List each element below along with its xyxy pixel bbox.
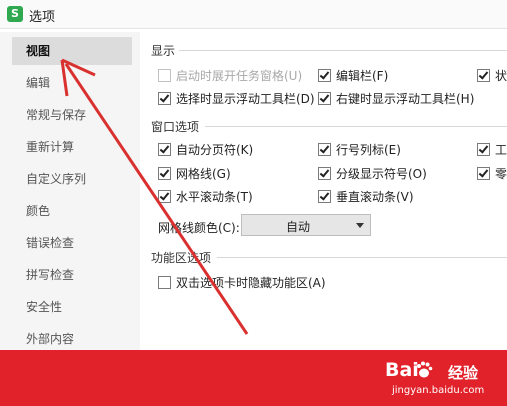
checkbox-auto-page-break[interactable]: 自动分页符(K) <box>158 141 253 158</box>
checkbox-label: 编辑栏(F) <box>336 69 389 83</box>
sidebar-item-edit[interactable]: 编辑 <box>12 69 132 97</box>
sidebar-item-general-save[interactable]: 常规与保存 <box>12 101 132 129</box>
checkbox-box <box>318 167 331 180</box>
checkbox-box <box>158 276 171 289</box>
gridline-color-select[interactable]: 自动 <box>241 214 371 236</box>
checkbox-status-bar[interactable]: 状 <box>477 67 507 84</box>
gridline-color-value: 自动 <box>285 220 310 234</box>
checkbox-row-col-headers[interactable]: 行号列标(E) <box>318 141 401 158</box>
checkbox-box <box>318 143 331 156</box>
sidebar-item-security[interactable]: 安全性 <box>12 293 132 321</box>
checkbox-label: 分级显示符号(O) <box>336 167 427 181</box>
checkbox-box <box>158 167 171 180</box>
sidebar-item-recalculate[interactable]: 重新计算 <box>12 133 132 161</box>
checkbox-label: 工 <box>495 143 507 157</box>
options-content: 显示 启动时展开任务窗格(U) 编辑栏(F) 状 选择时显示浮动工具栏(D) 右… <box>141 32 507 350</box>
checkbox-label: 状 <box>495 69 507 83</box>
checkbox-horizontal-scrollbar[interactable]: 水平滚动条(T) <box>158 188 253 205</box>
checkbox-label: 行号列标(E) <box>336 143 401 157</box>
section-divider <box>205 126 507 127</box>
checkbox-float-toolbar-select[interactable]: 选择时显示浮动工具栏(D) <box>158 90 315 107</box>
checkbox-box <box>477 143 490 156</box>
checkbox-expand-task-pane[interactable]: 启动时展开任务窗格(U) <box>158 67 302 84</box>
checkbox-outline-symbols[interactable]: 分级显示符号(O) <box>318 165 427 182</box>
checkbox-vertical-scrollbar[interactable]: 垂直滚动条(V) <box>318 188 414 205</box>
checkbox-label: 网格线(G) <box>176 167 231 181</box>
window-title: 选项 <box>29 10 56 25</box>
section-title-display: 显示 <box>151 44 176 58</box>
checkbox-box <box>318 190 331 203</box>
section-title-ribbon: 功能区选项 <box>151 251 212 265</box>
checkbox-box <box>477 167 490 180</box>
checkbox-box <box>158 92 171 105</box>
sidebar-item-color[interactable]: 颜色 <box>12 197 132 225</box>
checkbox-box <box>158 69 171 82</box>
checkbox-label: 自动分页符(K) <box>176 143 254 157</box>
title-bar: S 选项 <box>0 0 507 29</box>
baidu-url-text: jingyan.baidu.com <box>392 385 485 396</box>
checkbox-box <box>477 69 490 82</box>
checkbox-float-toolbar-rightclick[interactable]: 右键时显示浮动工具栏(H) <box>318 90 474 107</box>
checkbox-label: 垂直滚动条(V) <box>336 190 414 204</box>
checkbox-label: 水平滚动条(T) <box>176 190 253 204</box>
checkbox-sheet-tabs[interactable]: 工 <box>477 141 507 158</box>
sidebar-item-spell-check[interactable]: 拼写检查 <box>12 261 132 289</box>
sidebar-item-external-content[interactable]: 外部内容 <box>12 325 132 353</box>
checkbox-box <box>158 190 171 203</box>
checkbox-label: 启动时展开任务窗格(U) <box>176 69 303 83</box>
gridline-color-label: 网格线颜色(C): <box>158 221 240 235</box>
chevron-down-icon <box>356 223 364 228</box>
checkbox-label: 双击选项卡时隐藏功能区(A) <box>176 276 326 290</box>
section-title-window: 窗口选项 <box>151 120 200 134</box>
checkbox-box <box>318 69 331 82</box>
checkbox-label: 右键时显示浮动工具栏(H) <box>336 92 475 106</box>
app-logo-icon: S <box>7 6 23 22</box>
checkbox-gridlines[interactable]: 网格线(G) <box>158 165 231 182</box>
checkbox-label: 零 <box>495 167 507 181</box>
sidebar-item-error-check[interactable]: 错误检查 <box>12 229 132 257</box>
checkbox-hide-ribbon-doubleclick[interactable]: 双击选项卡时隐藏功能区(A) <box>158 274 326 291</box>
baidu-paw-icon <box>417 361 433 378</box>
checkbox-box <box>158 143 171 156</box>
checkbox-box <box>318 92 331 105</box>
baidu-jingyan-text: 经验 <box>448 364 479 382</box>
checkbox-formula-bar[interactable]: 编辑栏(F) <box>318 67 388 84</box>
sidebar-item-view[interactable]: 视图 <box>12 37 132 65</box>
checkbox-zero-values[interactable]: 零 <box>477 165 507 182</box>
sidebar-item-custom-lists[interactable]: 自定义序列 <box>12 165 132 193</box>
options-sidebar: 视图 编辑 常规与保存 重新计算 自定义序列 颜色 错误检查 拼写检查 安全性 … <box>0 32 140 350</box>
section-divider <box>179 50 507 51</box>
checkbox-label: 选择时显示浮动工具栏(D) <box>176 92 315 106</box>
section-divider <box>217 257 507 258</box>
